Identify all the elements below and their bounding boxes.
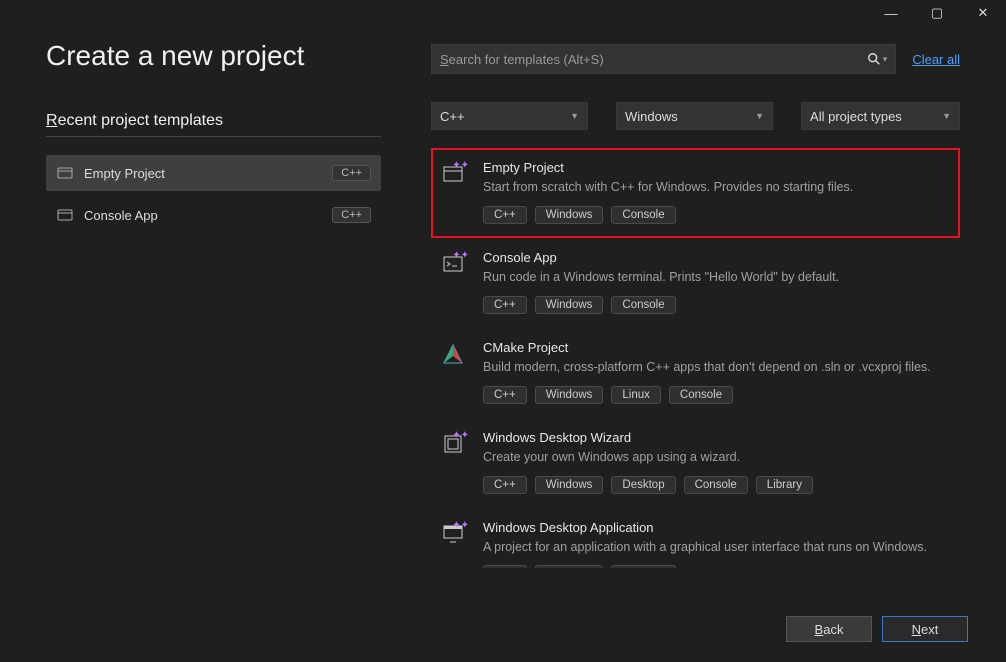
language-filter-dropdown[interactable]: C++ ▼ xyxy=(431,102,588,130)
search-icon[interactable]: ▾ xyxy=(867,52,888,66)
template-description: Create your own Windows app using a wiza… xyxy=(483,449,950,466)
template-tag: Windows xyxy=(535,386,604,404)
next-button[interactable]: Next xyxy=(882,616,968,642)
project-type-filter-dropdown[interactable]: All project types ▼ xyxy=(801,102,960,130)
template-tags: C++ Windows Console xyxy=(483,296,950,314)
template-tag: C++ xyxy=(483,296,527,314)
template-title: Windows Desktop Wizard xyxy=(483,430,950,445)
template-tags: C++ Windows Desktop xyxy=(483,565,950,568)
recent-template-lang: C++ xyxy=(332,207,371,223)
template-tag: Console xyxy=(684,476,748,494)
template-tag: C++ xyxy=(483,565,527,568)
template-icon xyxy=(56,164,74,182)
template-card[interactable]: ✦✦ Windows Desktop Application A project… xyxy=(431,508,960,569)
template-title: CMake Project xyxy=(483,340,950,355)
template-tag: Console xyxy=(611,206,675,224)
template-tag: Windows xyxy=(535,296,604,314)
recent-templates-list: Empty Project C++ Console App C++ xyxy=(46,155,381,233)
chevron-down-icon: ▼ xyxy=(755,111,764,121)
back-button[interactable]: Back xyxy=(786,616,872,642)
clear-all-link[interactable]: Clear all xyxy=(912,52,960,67)
template-tag: Linux xyxy=(611,386,661,404)
template-tag: Desktop xyxy=(611,476,675,494)
template-tag: Desktop xyxy=(611,565,675,568)
template-title: Empty Project xyxy=(483,160,950,175)
template-card[interactable]: ✦✦ Console App Run code in a Windows ter… xyxy=(431,238,960,328)
recent-templates-heading: Recent project templates xyxy=(46,112,381,137)
dropdown-value: C++ xyxy=(440,109,465,124)
template-tag: Windows xyxy=(535,476,604,494)
template-tag: C++ xyxy=(483,386,527,404)
recent-template-item[interactable]: Empty Project C++ xyxy=(46,155,381,191)
template-description: A project for an application with a grap… xyxy=(483,539,950,556)
minimize-button[interactable]: — xyxy=(868,0,914,26)
template-icon: ✦✦ xyxy=(441,252,467,278)
recent-template-lang: C++ xyxy=(332,165,371,181)
template-tags: C++ Windows Desktop Console Library xyxy=(483,476,950,494)
chevron-down-icon: ▼ xyxy=(942,111,951,121)
titlebar: — ▢ ✕ xyxy=(0,0,1006,30)
template-card[interactable]: ✦✦ Empty Project Start from scratch with… xyxy=(431,148,960,238)
dropdown-value: All project types xyxy=(810,109,902,124)
template-description: Build modern, cross-platform C++ apps th… xyxy=(483,359,950,376)
template-title: Console App xyxy=(483,250,950,265)
chevron-down-icon: ▼ xyxy=(570,111,579,121)
template-tag: Library xyxy=(756,476,813,494)
search-templates-input[interactable]: Search for templates (Alt+S) ▾ xyxy=(431,44,896,74)
template-icon: ✦✦ xyxy=(441,522,467,548)
template-tag: Console xyxy=(611,296,675,314)
template-tags: C++ Windows Linux Console xyxy=(483,386,950,404)
recent-template-item[interactable]: Console App C++ xyxy=(46,197,381,233)
template-tag: Windows xyxy=(535,206,604,224)
template-tag: Windows xyxy=(535,565,604,568)
page-title: Create a new project xyxy=(46,40,381,72)
dropdown-value: Windows xyxy=(625,109,678,124)
template-description: Run code in a Windows terminal. Prints "… xyxy=(483,269,950,286)
recent-template-label: Empty Project xyxy=(84,166,322,181)
template-card[interactable]: CMake Project Build modern, cross-platfo… xyxy=(431,328,960,418)
maximize-button[interactable]: ▢ xyxy=(914,0,960,26)
template-icon xyxy=(441,342,467,368)
template-tag: C++ xyxy=(483,206,527,224)
template-description: Start from scratch with C++ for Windows.… xyxy=(483,179,950,196)
template-title: Windows Desktop Application xyxy=(483,520,950,535)
template-icon: ✦✦ xyxy=(441,432,467,458)
platform-filter-dropdown[interactable]: Windows ▼ xyxy=(616,102,773,130)
template-card[interactable]: ✦✦ Windows Desktop Wizard Create your ow… xyxy=(431,418,960,508)
template-icon: ✦✦ xyxy=(441,162,467,188)
template-icon xyxy=(56,206,74,224)
template-tags: C++ Windows Console xyxy=(483,206,950,224)
close-window-button[interactable]: ✕ xyxy=(960,0,1006,26)
recent-template-label: Console App xyxy=(84,208,322,223)
template-list: ✦✦ Empty Project Start from scratch with… xyxy=(431,148,960,568)
template-tag: Console xyxy=(669,386,733,404)
template-tag: C++ xyxy=(483,476,527,494)
